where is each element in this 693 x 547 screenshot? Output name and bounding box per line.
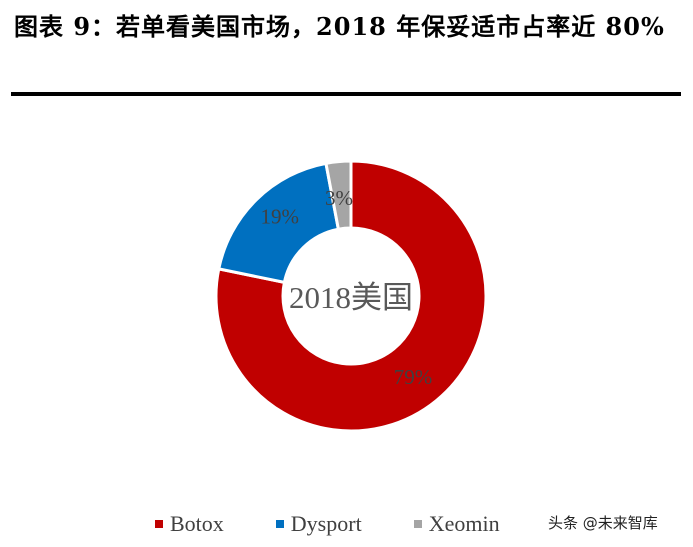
legend-label-dysport: Dysport	[290, 511, 362, 536]
donut-chart: 79% 19% 3% 2018美国	[214, 159, 488, 433]
chart-legend: Botox Dysport Xeomin	[155, 510, 500, 538]
legend-swatch-botox	[155, 520, 163, 528]
watermark: 头条 @未来智库	[548, 514, 658, 532]
data-label-dysport: 19%	[261, 205, 300, 229]
data-label-botox: 79%	[394, 365, 433, 389]
legend-item-dysport: Dysport	[275, 511, 362, 537]
donut-center-label: 2018美国	[289, 280, 413, 315]
legend-swatch-xeomin	[413, 520, 422, 528]
legend-item-botox: Botox	[155, 511, 224, 537]
legend-item-xeomin: Xeomin	[413, 511, 500, 537]
legend-label-xeomin: Xeomin	[428, 511, 500, 536]
legend-swatch-dysport	[275, 520, 284, 528]
legend-label-botox: Botox	[170, 511, 224, 536]
data-label-xeomin: 3%	[325, 186, 353, 210]
